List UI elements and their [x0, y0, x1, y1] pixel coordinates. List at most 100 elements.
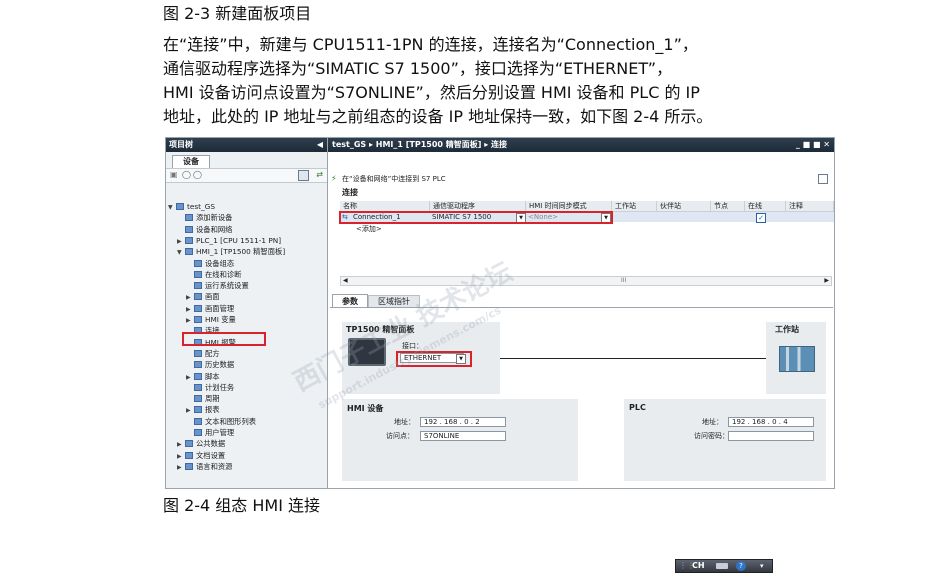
- figure-caption-top: 图 2-3 新建面板项目: [163, 4, 312, 23]
- tree-item-icon: [194, 383, 202, 391]
- back-icon[interactable]: ◯: [182, 170, 191, 179]
- tree-item[interactable]: ▶ 文档设置: [168, 451, 225, 461]
- column-header[interactable]: 通信驱动程序: [430, 201, 526, 211]
- forward-icon[interactable]: ◯: [193, 170, 202, 179]
- access-point-label: 访问点：: [386, 432, 414, 440]
- expand-arrow-icon[interactable]: ▶: [186, 373, 194, 383]
- expand-arrow-icon[interactable]: ▼: [177, 248, 185, 258]
- tree-item-label: 计划任务: [205, 382, 235, 392]
- window-controls[interactable]: _ ■ ■ ✕: [796, 138, 830, 152]
- hmi-section: HMI 设备 地址： 192 . 168 . 0 . 2 访问点： S7ONLI…: [342, 399, 578, 481]
- scroll-label: III: [621, 277, 627, 284]
- language-bar[interactable]: ⋮⋮ CH ? ▾: [675, 559, 773, 573]
- language-label[interactable]: CH: [692, 560, 705, 572]
- tree-item-label: 周期: [205, 394, 220, 404]
- scroll-left-icon[interactable]: ◀: [343, 277, 348, 285]
- project-tree-panel: 项目树 ◀ 设备 ▣ ◯ ◯ ⇄ ▼ test_GS 添加新设备 设备和网络 ▶ PLC_…: [166, 138, 328, 488]
- tree-item[interactable]: ▶ 语言和资源: [168, 462, 232, 472]
- password-field[interactable]: [728, 431, 814, 441]
- tree-item-icon: [194, 372, 202, 380]
- tree-item-label: 画面: [205, 292, 220, 302]
- tree-item-label: 报表: [205, 405, 220, 415]
- column-header[interactable]: 节点: [711, 201, 745, 211]
- expand-arrow-icon[interactable]: ▶: [177, 452, 185, 462]
- tab-devices-label: 设备: [183, 157, 199, 166]
- scroll-right-icon[interactable]: ▶: [824, 277, 829, 285]
- expand-arrow-icon[interactable]: ▶: [177, 237, 185, 247]
- tree-item[interactable]: 在线和诊断: [168, 270, 241, 280]
- tree-item[interactable]: ▼ test_GS: [168, 202, 215, 212]
- tree-item-label: 用户管理: [205, 428, 235, 437]
- column-header[interactable]: 工作站: [612, 201, 657, 211]
- tree-item-icon: [185, 236, 193, 244]
- toolbar-right-icon[interactable]: [818, 174, 828, 184]
- column-header[interactable]: 在线: [745, 201, 786, 211]
- tree-item[interactable]: 添加新设备: [168, 213, 232, 223]
- tree-item[interactable]: ▶ 画面: [168, 292, 220, 302]
- column-header[interactable]: HMI 时间同步模式: [526, 201, 612, 211]
- view-icon[interactable]: [298, 170, 309, 181]
- column-header[interactable]: 伙伴站: [657, 201, 711, 211]
- tree-item[interactable]: 设备组态: [168, 259, 234, 269]
- tab-devices[interactable]: 设备: [172, 155, 210, 168]
- tree-item[interactable]: 文本和图形列表: [168, 417, 256, 427]
- add-row[interactable]: <添加>: [356, 224, 382, 234]
- expand-arrow-icon[interactable]: ▶: [186, 293, 194, 303]
- tree-item[interactable]: 周期: [168, 394, 220, 404]
- tree-item[interactable]: 用户管理: [168, 428, 234, 438]
- expand-arrow-icon[interactable]: ▶: [177, 440, 185, 450]
- online-checkbox[interactable]: ✓: [756, 213, 766, 223]
- tree-item-icon: [194, 293, 202, 301]
- tree-item-icon: [194, 270, 202, 278]
- connections-table: 名称 通信驱动程序 HMI 时间同步模式 工作站 伙伴站 节点 在线 注释 ⇆ Connect…: [340, 201, 834, 261]
- tab-params[interactable]: 参数: [332, 294, 368, 308]
- station-title: 工作站: [775, 325, 799, 334]
- expand-arrow-icon[interactable]: ▶: [186, 406, 194, 416]
- tree-item[interactable]: ▶ 公共数据: [168, 439, 225, 449]
- tree-item-label: 语言和资源: [196, 461, 233, 471]
- expand-arrow-icon[interactable]: ▼: [168, 203, 176, 213]
- tree-item[interactable]: 运行系统设置: [168, 281, 249, 291]
- tree-item[interactable]: ▶ PLC_1 [CPU 1511-1 PN]: [168, 236, 281, 246]
- paragraph-line-1: 在“连接”中，新建与 CPU1511-1PN 的连接，连接名为“Connecti…: [163, 35, 698, 54]
- tree-item-label: 添加新设备: [196, 213, 233, 223]
- column-header[interactable]: 名称: [340, 201, 430, 211]
- tree-item[interactable]: ▼ HMI_1 [TP1500 精智面板]: [168, 247, 285, 257]
- help-icon[interactable]: ?: [736, 561, 746, 571]
- hmi-address-field[interactable]: 192 . 168 . 0 . 2: [420, 417, 506, 427]
- tree-item-icon: [185, 451, 193, 459]
- toolbar-text[interactable]: 在“设备和网络”中连接到 S7 PLC: [342, 174, 446, 184]
- expand-arrow-icon[interactable]: ▶: [186, 316, 194, 326]
- plc-address-field[interactable]: 192 . 168 . 0 . 4: [728, 417, 814, 427]
- horizontal-scrollbar[interactable]: ◀ III ▶: [340, 276, 832, 286]
- expand-arrow-icon[interactable]: ▶: [186, 305, 194, 315]
- tree-item-label: HMI_1 [TP1500 精智面板]: [196, 247, 286, 257]
- menu-chevron-icon[interactable]: ▾: [760, 560, 764, 572]
- password-label: 访问密码：: [694, 432, 729, 440]
- tree-item[interactable]: 设备和网络: [168, 225, 232, 235]
- tree-item-icon: [185, 440, 193, 448]
- tree-item[interactable]: ▶ 画面管理: [168, 304, 234, 314]
- tree-item[interactable]: ▶ 报表: [168, 405, 220, 415]
- plc-rack-icon: [779, 346, 815, 372]
- tree-item[interactable]: 配方: [168, 349, 220, 359]
- paragraph-line-4: 地址，此处的 IP 地址与之前组态的设备 IP 地址保持一致，如下图 2-4 所…: [163, 107, 713, 126]
- tree-item-icon: [185, 462, 193, 470]
- column-header[interactable]: 注释: [786, 201, 834, 211]
- tree-item[interactable]: 计划任务: [168, 383, 234, 393]
- tree-item-label: 设备和网络: [196, 224, 233, 234]
- tree-item[interactable]: ▶ 脚本: [168, 372, 220, 382]
- tree-item-icon: [194, 259, 202, 267]
- tree-item[interactable]: ▶ HMI 变量: [168, 315, 236, 325]
- new-icon[interactable]: ▣: [170, 170, 178, 179]
- tree-item-icon: [194, 349, 202, 357]
- access-point-field[interactable]: S7ONLINE: [420, 431, 506, 441]
- collapse-icon[interactable]: ◀: [317, 138, 323, 152]
- expand-arrow-icon[interactable]: ▶: [177, 463, 185, 473]
- connect-plc-icon[interactable]: ⚡: [331, 174, 337, 183]
- tree-item-label: test_GS: [187, 202, 215, 211]
- tree-item[interactable]: 历史数据: [168, 360, 234, 370]
- plc-section-title: PLC: [629, 403, 646, 412]
- keyboard-icon[interactable]: [716, 563, 728, 569]
- transfer-icon[interactable]: ⇄: [316, 170, 323, 179]
